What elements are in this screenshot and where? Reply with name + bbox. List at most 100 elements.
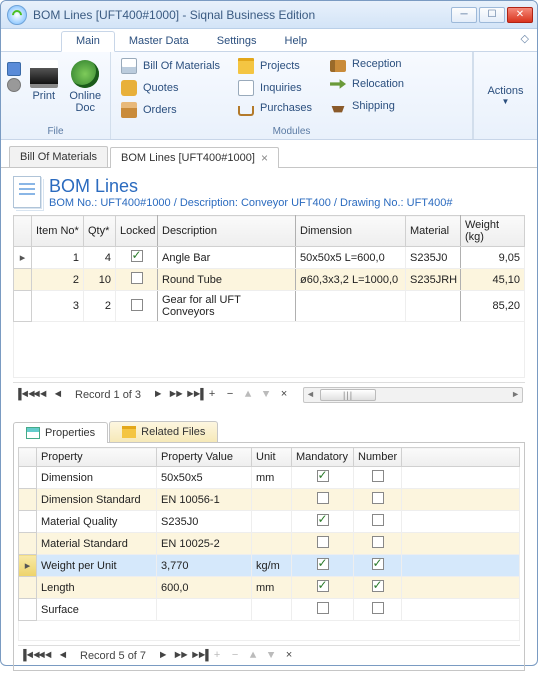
cell-unit[interactable] <box>252 533 292 555</box>
cell-unit[interactable] <box>252 489 292 511</box>
cell-wt[interactable]: 9,05 <box>461 247 525 269</box>
cell-mat[interactable]: S235JRH <box>406 269 461 291</box>
cell-mandatory[interactable] <box>292 467 354 489</box>
nav2-prev-page[interactable]: ◄◄ <box>38 650 52 662</box>
cell-wt[interactable]: 85,20 <box>461 291 525 322</box>
cell-number[interactable] <box>354 533 402 555</box>
ribbon-tab-main[interactable]: Main <box>61 31 115 52</box>
col-mandatory[interactable]: Mandatory <box>292 448 354 467</box>
cell-unit[interactable] <box>252 599 292 621</box>
cell-number[interactable] <box>354 577 402 599</box>
tab-properties[interactable]: Properties <box>13 422 108 443</box>
cell-dim[interactable] <box>296 291 406 322</box>
nav2-up[interactable]: ▲ <box>246 650 260 662</box>
orders-button[interactable]: Orders <box>117 100 224 120</box>
cell-desc[interactable]: Round Tube <box>158 269 296 291</box>
table-row[interactable]: Dimension StandardEN 10056-1 <box>19 489 520 511</box>
stop-icon[interactable] <box>7 78 21 92</box>
cell-property[interactable]: Material Standard <box>37 533 157 555</box>
nav2-prev[interactable]: ◄ <box>56 650 70 662</box>
cell-unit[interactable]: mm <box>252 577 292 599</box>
cell-value[interactable] <box>157 599 252 621</box>
nav-first[interactable]: ▐◄◄ <box>15 389 29 401</box>
shipping-button[interactable]: Shipping <box>326 96 408 116</box>
inquiries-button[interactable]: Inquiries <box>234 78 316 98</box>
cell-mat[interactable]: S235J0 <box>406 247 461 269</box>
cell-number[interactable] <box>354 467 402 489</box>
cell-locked[interactable] <box>116 291 158 322</box>
ribbon-tab-settings[interactable]: Settings <box>203 32 271 51</box>
cell-unit[interactable] <box>252 511 292 533</box>
cell-mandatory[interactable] <box>292 599 354 621</box>
cell-dim[interactable]: 50x50x5 L=600,0 <box>296 247 406 269</box>
table-row[interactable]: 210Round Tubeø60,3x3,2 L=1000,0S235JRH45… <box>14 269 525 291</box>
cell-qty[interactable]: 2 <box>84 291 116 322</box>
table-row[interactable]: ▸Weight per Unit3,770kg/m <box>19 555 520 577</box>
cell-mandatory[interactable] <box>292 489 354 511</box>
save-icon[interactable] <box>7 62 21 76</box>
cell-property[interactable]: Surface <box>37 599 157 621</box>
cell-item[interactable]: 3 <box>32 291 84 322</box>
online-doc-button[interactable]: OnlineDoc <box>67 56 105 118</box>
cell-value[interactable]: EN 10056-1 <box>157 489 252 511</box>
cell-number[interactable] <box>354 555 402 577</box>
cell-desc[interactable]: Gear for all UFT Conveyors <box>158 291 296 322</box>
col-locked[interactable]: Locked <box>116 216 158 247</box>
cell-locked[interactable] <box>116 247 158 269</box>
cell-value[interactable]: EN 10025-2 <box>157 533 252 555</box>
nav-next-page[interactable]: ►► <box>169 389 183 401</box>
relocation-button[interactable]: Relocation <box>326 74 408 94</box>
h-scrollbar[interactable]: ||| <box>303 387 523 403</box>
nav-cancel[interactable]: × <box>277 389 291 401</box>
bom-button[interactable]: Bill Of Materials <box>117 56 224 76</box>
cell-mandatory[interactable] <box>292 555 354 577</box>
nav-up[interactable]: ▲ <box>241 389 255 401</box>
nav-next[interactable]: ► <box>151 389 165 401</box>
table-row[interactable]: Surface <box>19 599 520 621</box>
col-desc[interactable]: Description <box>158 216 296 247</box>
nav2-remove[interactable]: − <box>228 650 242 662</box>
cell-number[interactable] <box>354 511 402 533</box>
cell-value[interactable]: 600,0 <box>157 577 252 599</box>
grid2-navigator[interactable]: ▐◄◄ ◄◄ ◄ Record 5 of 7 ► ►► ►►▌ + − ▲ ▼ … <box>18 645 520 666</box>
doc-tab-bom[interactable]: Bill Of Materials <box>9 146 108 167</box>
projects-button[interactable]: Projects <box>234 56 316 76</box>
cell-value[interactable]: S235J0 <box>157 511 252 533</box>
actions-button[interactable]: Actions ▼ <box>473 52 537 139</box>
table-row[interactable]: ▸14Angle Bar50x50x5 L=600,0S235J09,05 <box>14 247 525 269</box>
nav2-next-page[interactable]: ►► <box>174 650 188 662</box>
col-property[interactable]: Property <box>37 448 157 467</box>
nav2-next[interactable]: ► <box>156 650 170 662</box>
cell-mandatory[interactable] <box>292 533 354 555</box>
nav2-cancel[interactable]: × <box>282 650 296 662</box>
cell-property[interactable]: Material Quality <box>37 511 157 533</box>
nav-remove[interactable]: − <box>223 389 237 401</box>
cell-item[interactable]: 2 <box>32 269 84 291</box>
cell-mandatory[interactable] <box>292 577 354 599</box>
cell-property[interactable]: Dimension Standard <box>37 489 157 511</box>
nav-last[interactable]: ►►▌ <box>187 389 201 401</box>
print-button[interactable]: Print <box>25 56 63 118</box>
nav-prev[interactable]: ◄ <box>51 389 65 401</box>
cell-item[interactable]: 1 <box>32 247 84 269</box>
cell-mat[interactable] <box>406 291 461 322</box>
properties-grid[interactable]: Property Property Value Unit Mandatory N… <box>18 447 520 621</box>
table-row[interactable]: 32 Gear for all UFT Conveyors 85,20 <box>14 291 525 322</box>
nav-down[interactable]: ▼ <box>259 389 273 401</box>
cell-number[interactable] <box>354 599 402 621</box>
purchases-button[interactable]: Purchases <box>234 100 316 116</box>
close-tab-icon[interactable]: × <box>261 151 268 165</box>
titlebar[interactable]: BOM Lines [UFT400#1000] - Siqnal Busines… <box>1 1 537 29</box>
cell-locked[interactable] <box>116 269 158 291</box>
cell-property[interactable]: Dimension <box>37 467 157 489</box>
bom-lines-grid[interactable]: Item No* Qty* Locked Description Dimensi… <box>13 215 525 322</box>
col-mat[interactable]: Material <box>406 216 461 247</box>
col-unit[interactable]: Unit <box>252 448 292 467</box>
cell-value[interactable]: 3,770 <box>157 555 252 577</box>
close-button[interactable]: ✕ <box>507 7 533 23</box>
table-row[interactable]: Length600,0mm <box>19 577 520 599</box>
nav-add[interactable]: + <box>205 389 219 401</box>
cell-qty[interactable]: 10 <box>84 269 116 291</box>
ribbon-tab-help[interactable]: Help <box>271 32 322 51</box>
nav-prev-page[interactable]: ◄◄ <box>33 389 47 401</box>
